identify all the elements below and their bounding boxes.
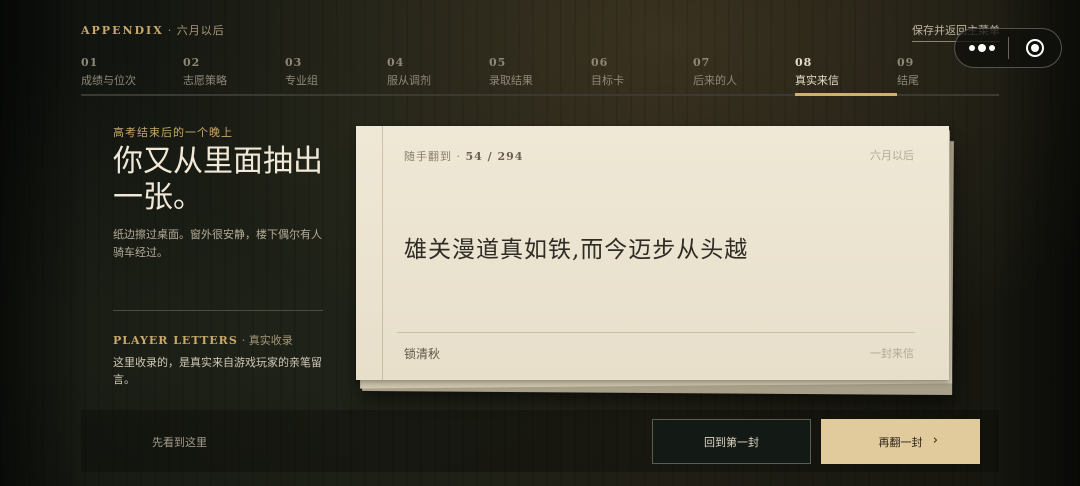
section-title-main: APPENDIX <box>81 24 164 37</box>
target-close-icon[interactable] <box>1009 29 1061 67</box>
step-08-active[interactable]: 08 真实来信 <box>795 56 897 96</box>
step-label: 录取结果 <box>489 74 533 87</box>
step-03[interactable]: 03 专业组 <box>285 56 385 94</box>
player-letters-title-main: PLAYER LETTERS <box>113 334 238 347</box>
step-06[interactable]: 06 目标卡 <box>591 56 691 94</box>
step-number: 01 <box>81 56 99 69</box>
letter-quote: 雄关漫道真如铁,而今迈步从头越 <box>404 237 749 263</box>
letter-type: 一封来信 <box>870 347 914 360</box>
step-number: 08 <box>795 56 813 69</box>
right-vignette <box>990 0 1080 486</box>
step-02[interactable]: 02 志愿策略 <box>183 56 283 94</box>
section-title-sub: · 六月以后 <box>167 24 225 37</box>
step-number: 07 <box>693 56 711 69</box>
step-label: 后来的人 <box>693 74 737 87</box>
step-label: 结尾 <box>897 74 919 87</box>
step-01[interactable]: 01 成绩与位次 <box>81 56 181 94</box>
player-letters-title-sub: · 真实收录 <box>241 334 293 347</box>
card-meta-label: 随手翻到 · <box>404 150 461 163</box>
step-label: 服从调剂 <box>387 74 431 87</box>
card-rule <box>397 332 915 333</box>
step-number: 03 <box>285 56 303 69</box>
card-counter: 54 / 294 <box>465 150 524 163</box>
card-meta: 随手翻到 · 54 / 294 <box>404 148 523 164</box>
step-number: 02 <box>183 56 201 69</box>
step-number: 04 <box>387 56 405 69</box>
back-to-first-button[interactable]: 回到第一封 <box>652 419 811 464</box>
section-title: APPENDIX · 六月以后 <box>81 22 225 38</box>
step-07[interactable]: 07 后来的人 <box>693 56 793 94</box>
step-label: 志愿策略 <box>183 74 227 87</box>
progress-steps: 01 成绩与位次 02 志愿策略 03 专业组 04 服从调剂 05 录取结果 … <box>81 56 999 96</box>
step-05[interactable]: 05 录取结果 <box>489 56 589 94</box>
letter-author: 锁清秋 <box>404 347 441 361</box>
left-divider <box>113 310 323 311</box>
card-margin-line <box>382 126 383 380</box>
step-number: 05 <box>489 56 507 69</box>
bottom-note: 先看到这里 <box>152 436 207 449</box>
step-label: 成绩与位次 <box>81 74 136 87</box>
card-date: 六月以后 <box>870 149 914 162</box>
step-label: 专业组 <box>285 74 318 87</box>
step-09[interactable]: 09 结尾 <box>897 56 997 94</box>
scene-headline: 你又从里面抽出一张。 <box>113 144 323 215</box>
letter-card: 随手翻到 · 54 / 294 六月以后 雄关漫道真如铁,而今迈步从头越 锁清秋… <box>356 126 949 380</box>
scene-description: 纸边擦过桌面。窗外很安静，楼下偶尔有人骑车经过。 <box>113 228 322 259</box>
left-vignette <box>0 0 90 486</box>
step-label: 目标卡 <box>591 74 624 87</box>
next-letter-button[interactable]: 再翻一封 › <box>821 419 980 464</box>
step-04[interactable]: 04 服从调剂 <box>387 56 487 94</box>
next-letter-label: 再翻一封 <box>878 435 923 449</box>
player-letters-title: PLAYER LETTERS · 真实收录 <box>113 332 293 348</box>
step-number: 06 <box>591 56 609 69</box>
scene-eyebrow: 高考结束后的一个晚上 <box>113 126 233 139</box>
step-number: 09 <box>897 56 915 69</box>
player-letters-description: 这里收录的，是真实来自游戏玩家的亲笔留言。 <box>113 356 322 386</box>
chevron-right-icon: › <box>932 433 938 448</box>
step-label: 真实来信 <box>795 74 839 87</box>
